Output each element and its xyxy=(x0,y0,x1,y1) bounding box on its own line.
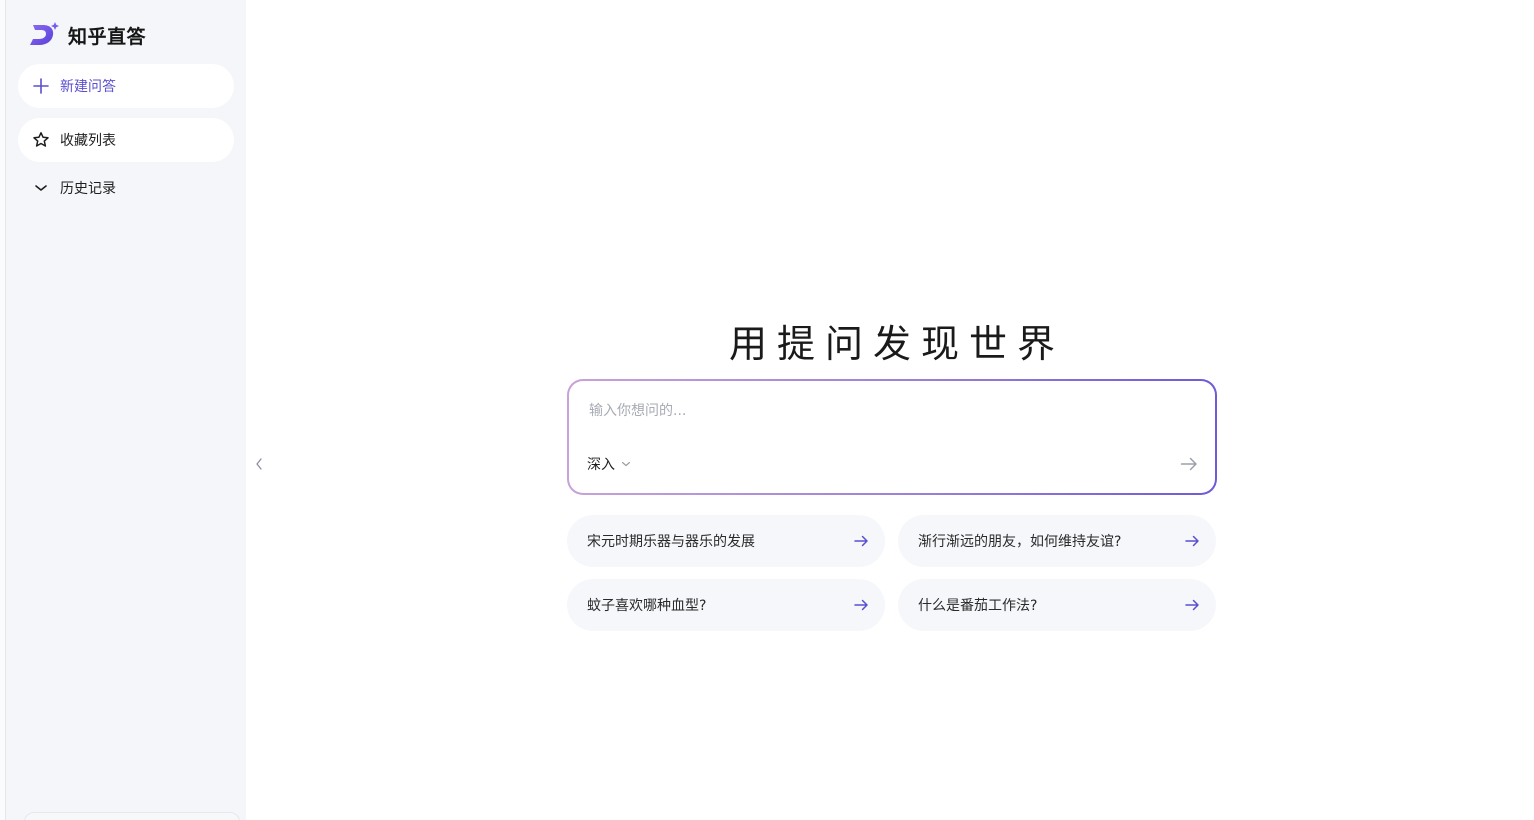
favorites-button[interactable]: 收藏列表 xyxy=(18,118,234,162)
mode-label: 深入 xyxy=(587,457,615,473)
favorites-label: 收藏列表 xyxy=(60,133,116,149)
suggestion-text: 什么是番茄工作法? xyxy=(918,598,1038,614)
question-box-inner: 深入 xyxy=(569,381,1215,493)
star-icon xyxy=(33,132,49,147)
history-toggle[interactable]: 历史记录 xyxy=(18,168,234,208)
suggestion-text: 宋元时期乐器与器乐的发展 xyxy=(587,534,755,550)
sidebar-collapse-button[interactable] xyxy=(252,452,266,476)
suggestion-text: 蚊子喜欢哪种血型? xyxy=(587,598,707,614)
question-input[interactable] xyxy=(587,399,1147,423)
history-label: 历史记录 xyxy=(60,181,116,197)
question-box: 深入 xyxy=(567,379,1217,495)
app-root: 知乎直答 新建问答 收藏列表 历史记录 用提问发现世界 输入你想问的... 深入… xyxy=(0,0,1534,820)
arrow-right-icon xyxy=(1180,457,1197,471)
arrow-right-icon xyxy=(854,535,868,547)
sidebar: 知乎直答 新建问答 收藏列表 历史记录 xyxy=(6,0,246,820)
chevron-left-icon xyxy=(256,458,262,470)
page-title: 用提问发现世界 xyxy=(728,322,1065,367)
suggestion-text: 渐行渐远的朋友，如何维持友谊? xyxy=(918,534,1122,550)
arrow-right-icon xyxy=(1185,599,1199,611)
send-button[interactable] xyxy=(1177,453,1201,475)
new-question-button[interactable]: 新建问答 xyxy=(18,64,234,108)
suggestion-card[interactable]: 宋元时期乐器与器乐的发展 xyxy=(567,515,885,567)
chevron-down-icon xyxy=(621,461,631,467)
suggestion-card[interactable]: 渐行渐远的朋友，如何维持友谊? xyxy=(898,515,1216,567)
plus-icon xyxy=(33,78,49,94)
brand[interactable]: 知乎直答 xyxy=(28,20,146,50)
suggestion-card[interactable]: 什么是番茄工作法? xyxy=(898,579,1216,631)
suggestion-card[interactable]: 蚊子喜欢哪种血型? xyxy=(567,579,885,631)
chevron-down-icon xyxy=(35,185,47,191)
brand-name: 知乎直答 xyxy=(68,25,147,48)
new-question-label: 新建问答 xyxy=(60,79,116,95)
arrow-right-icon xyxy=(854,599,868,611)
sidebar-bottom-panel[interactable] xyxy=(24,812,240,820)
mode-dropdown[interactable]: 深入 xyxy=(587,453,631,475)
zhida-logo-icon xyxy=(30,22,59,45)
arrow-right-icon xyxy=(1185,535,1199,547)
